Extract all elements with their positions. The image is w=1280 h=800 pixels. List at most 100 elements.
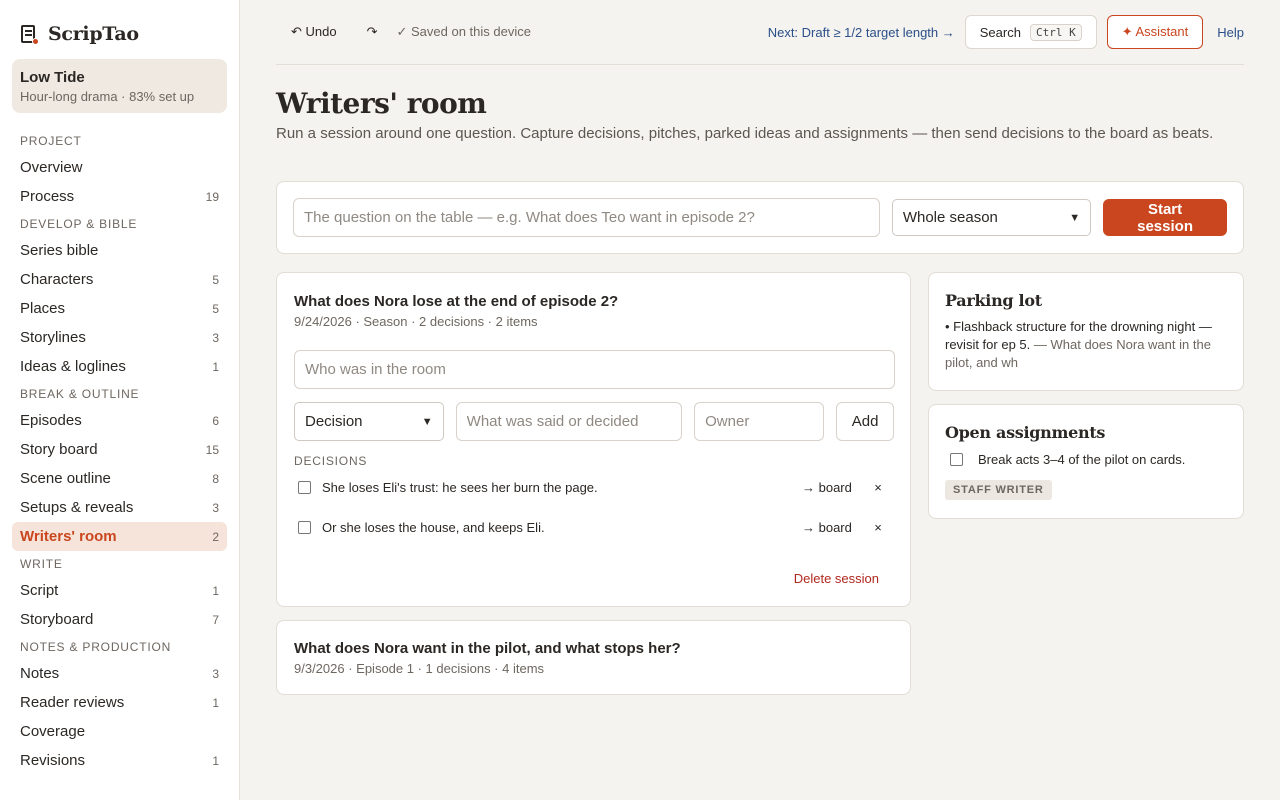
- sidebar-item-label: Places: [20, 300, 66, 317]
- scope-select[interactable]: Whole season ▼: [891, 199, 1092, 236]
- sidebar-item-count: 1: [212, 583, 219, 598]
- new-session-bar: Whole season ▼ Start session: [276, 181, 1244, 254]
- sidebar-item-revisions[interactable]: Revisions 1: [12, 746, 227, 775]
- decision-row: She loses Eli's trust: he sees her burn …: [294, 467, 894, 507]
- assignment-item: Break acts 3–4 of the pilot on cards.: [945, 452, 1227, 467]
- assignment-text: Break acts 3–4 of the pilot on cards.: [978, 452, 1186, 467]
- nav-section-break-outline: BREAK & OUTLINE: [20, 387, 140, 401]
- parking-lot-title: Parking lot: [945, 291, 1042, 310]
- sidebar-item-count: 8: [212, 471, 219, 486]
- search-shortcut: Ctrl K: [1029, 23, 1082, 41]
- scope-select-value: Whole season: [902, 209, 998, 226]
- session-title[interactable]: What does Nora lose at the end of episod…: [294, 293, 894, 310]
- sidebar-item-characters[interactable]: Characters 5: [12, 265, 227, 294]
- sidebar-item-overview[interactable]: Overview: [12, 153, 227, 182]
- sidebar-item-setups-reveals[interactable]: Setups & reveals 3: [12, 493, 227, 522]
- sidebar-item-label: Notes: [20, 665, 60, 682]
- project-switcher[interactable]: Low Tide Hour-long drama · 83% set up: [12, 59, 227, 113]
- sidebar-item-ideas-loglines[interactable]: Ideas & loglines 1: [12, 352, 227, 381]
- assignment-checkbox[interactable]: [950, 453, 963, 466]
- sidebar-item-count: 1: [212, 695, 219, 710]
- sidebar-item-label: Coverage: [20, 723, 86, 740]
- start-session-button[interactable]: Start session: [1103, 199, 1227, 236]
- delete-session-button[interactable]: Delete session: [794, 571, 879, 586]
- undo-button[interactable]: ↶ Undo: [276, 16, 352, 48]
- sidebar-item-label: Writers' room: [20, 528, 117, 545]
- sidebar-item-places[interactable]: Places 5: [12, 294, 227, 323]
- session-meta: 9/3/2026 · Episode 1 · 1 decisions · 4 i…: [294, 661, 545, 676]
- nav-section-project: PROJECT: [20, 134, 82, 148]
- decision-row: Or she loses the house, and keeps Eli. →…: [294, 507, 894, 547]
- sidebar-item-label: Process: [20, 188, 75, 205]
- send-to-board-button[interactable]: → board: [802, 480, 862, 495]
- attendees-input[interactable]: [294, 350, 895, 389]
- past-session-card[interactable]: What does Nora want in the pilot, and wh…: [276, 620, 911, 695]
- question-input[interactable]: [293, 198, 880, 237]
- sidebar-item-label: Reader reviews: [20, 694, 125, 711]
- sidebar-item-notes[interactable]: Notes 3: [12, 659, 227, 688]
- brand[interactable]: ScripTao: [12, 20, 227, 48]
- sidebar-item-count: 1: [212, 359, 219, 374]
- sidebar-item-storyboard[interactable]: Storyboard 7: [12, 605, 227, 634]
- sidebar-item-script[interactable]: Script 1: [12, 576, 227, 605]
- redo-button[interactable]: ↷: [352, 16, 393, 48]
- assistant-button[interactable]: ✦ Assistant: [1106, 15, 1204, 49]
- page-description: Run a session around one question. Captu…: [276, 125, 1214, 142]
- sidebar-item-label: Storyboard: [20, 611, 94, 628]
- sidebar-item-writers-room[interactable]: Writers' room 2: [12, 522, 227, 551]
- sidebar: ScripTao Low Tide Hour-long drama · 83% …: [0, 0, 240, 800]
- main-content: ↶ Undo ↷ ✓ Saved on this device Next: Dr…: [276, 0, 1244, 695]
- decision-text: Or she loses the house, and keeps Eli.: [322, 519, 545, 535]
- sidebar-item-count: 15: [205, 442, 219, 457]
- remove-decision-button[interactable]: ×: [862, 520, 894, 535]
- sidebar-item-coverage[interactable]: Coverage: [12, 717, 227, 746]
- sidebar-item-count: 3: [212, 500, 219, 515]
- sidebar-item-count: 2: [212, 529, 219, 544]
- sidebar-item-episodes[interactable]: Episodes 6: [12, 406, 227, 435]
- sidebar-item-count: 1: [212, 753, 219, 768]
- entry-text-input[interactable]: [455, 402, 683, 441]
- topbar: ↶ Undo ↷ ✓ Saved on this device Next: Dr…: [276, 0, 1244, 65]
- decision-text: She loses Eli's trust: he sees her burn …: [322, 479, 598, 495]
- script-logo-icon: [20, 24, 39, 45]
- page-title: Writers' room: [276, 87, 487, 120]
- chevron-down-icon: ▼: [1069, 211, 1081, 224]
- sidebar-item-scene-outline[interactable]: Scene outline 8: [12, 464, 227, 493]
- sidebar-item-label: Ideas & loglines: [20, 358, 126, 375]
- sidebar-item-series-bible[interactable]: Series bible: [12, 236, 227, 265]
- decisions-list: She loses Eli's trust: he sees her burn …: [294, 467, 894, 547]
- sidebar-item-label: Scene outline: [20, 470, 111, 487]
- sidebar-item-label: Storylines: [20, 329, 86, 346]
- owner-input[interactable]: [694, 402, 825, 441]
- sidebar-item-label: Series bible: [20, 242, 99, 259]
- add-entry-button[interactable]: Add: [836, 402, 894, 441]
- sidebar-item-label: Overview: [20, 159, 83, 176]
- help-link[interactable]: Help: [1217, 25, 1244, 40]
- sidebar-item-storylines[interactable]: Storylines 3: [12, 323, 227, 352]
- sidebar-item-reader-reviews[interactable]: Reader reviews 1: [12, 688, 227, 717]
- decision-checkbox[interactable]: [298, 520, 311, 534]
- sidebar-item-count: 6: [212, 413, 219, 428]
- send-to-board-button[interactable]: → board: [802, 520, 862, 535]
- open-assignments-title: Open assignments: [945, 423, 1106, 442]
- entry-type-select[interactable]: Decision ▼: [294, 402, 444, 441]
- sidebar-item-count: 3: [212, 666, 219, 681]
- project-name: Low Tide: [20, 69, 85, 86]
- next-step-link[interactable]: Next: Draft ≥ 1/2 target length →: [768, 25, 955, 40]
- sidebar-item-count: 19: [205, 189, 219, 204]
- sidebar-item-process[interactable]: Process 19: [12, 182, 227, 211]
- sidebar-item-label: Episodes: [20, 412, 82, 429]
- project-subtitle: Hour-long drama · 83% set up: [20, 89, 195, 104]
- session-title: What does Nora want in the pilot, and wh…: [294, 640, 681, 657]
- entry-type-value: Decision: [305, 413, 363, 430]
- nav-section-notes-production: NOTES & PRODUCTION: [20, 640, 172, 654]
- decision-checkbox[interactable]: [298, 480, 311, 494]
- search-button[interactable]: Search Ctrl K: [964, 15, 1097, 49]
- nav-section-develop: DEVELOP & BIBLE: [20, 217, 138, 231]
- sidebar-item-label: Revisions: [20, 752, 86, 769]
- parked-idea: • Flashback structure for the drowning n…: [945, 318, 1227, 372]
- remove-decision-button[interactable]: ×: [862, 480, 894, 495]
- sidebar-item-story-board[interactable]: Story board 15: [12, 435, 227, 464]
- sidebar-item-label: Characters: [20, 271, 94, 288]
- assignment-owner-tag: STAFF WRITER: [945, 480, 1052, 500]
